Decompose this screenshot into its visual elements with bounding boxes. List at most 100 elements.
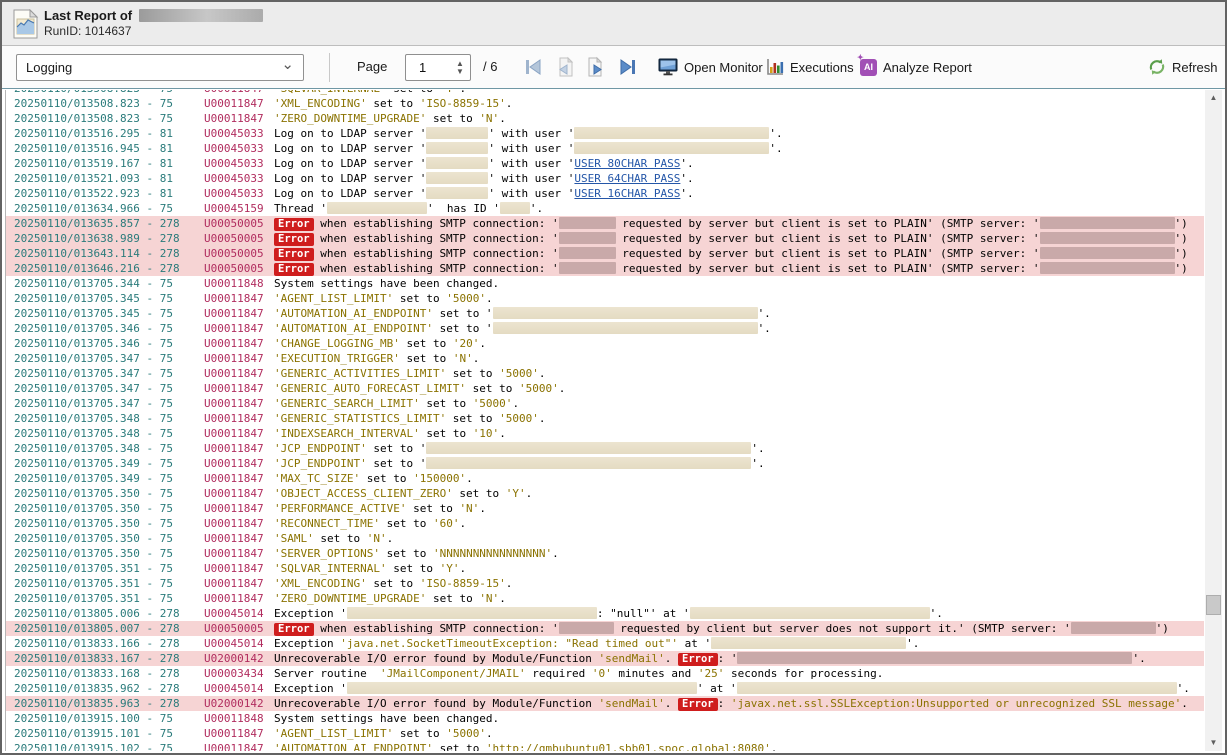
log-timestamp: 20250110/013705.349 - 75 — [14, 456, 204, 471]
log-row: 20250110/013705.347 - 75U00011847'EXECUT… — [6, 351, 1204, 366]
log-row: 20250110/013835.962 - 278U00045014Except… — [6, 681, 1204, 696]
log-message-id: U00050005 — [204, 261, 274, 276]
log-row: 20250110/013705.350 - 75U00011847'SERVER… — [6, 546, 1204, 561]
log-message-id: U00045033 — [204, 171, 274, 186]
redacted-text — [1040, 217, 1175, 229]
report-type-dropdown[interactable]: Logging ⌄ — [16, 54, 304, 81]
scroll-thumb[interactable] — [1206, 595, 1221, 615]
error-badge: Error — [274, 233, 314, 246]
log-row: 20250110/013705.350 - 75U00011847'SAML' … — [6, 531, 1204, 546]
log-text: set to — [380, 517, 433, 530]
redacted-text — [426, 187, 488, 199]
analyze-report-button[interactable]: ✦AI Analyze Report — [860, 55, 972, 79]
log-quoted-value: 'Y' — [440, 90, 460, 95]
log-text: Unrecoverable I/O error found by Module/… — [274, 697, 599, 710]
log-timestamp: 20250110/013705.347 - 75 — [14, 351, 204, 366]
log-text: when establishing SMTP connection: ' — [314, 622, 559, 635]
log-message-id: U00045159 — [204, 201, 274, 216]
next-page-button[interactable] — [584, 55, 608, 79]
log-row: 20250110/013705.345 - 75U00011847'AGENT_… — [6, 291, 1204, 306]
last-page-button[interactable] — [616, 55, 640, 79]
log-timestamp: 20250110/013705.347 - 75 — [14, 381, 204, 396]
refresh-icon — [1148, 58, 1166, 76]
log-message-id: U00011847 — [204, 576, 274, 591]
log-timestamp: 20250110/013705.351 - 75 — [14, 561, 204, 576]
log-row: 20250110/013705.348 - 75U00011847'JCP_EN… — [6, 441, 1204, 456]
log-row-error: 20250110/013805.007 - 278U00050005Error … — [6, 621, 1204, 636]
log-message-id: U02000142 — [204, 696, 274, 711]
log-text: System settings have been changed. — [274, 712, 499, 725]
refresh-button[interactable]: Refresh — [1148, 55, 1218, 79]
log-link[interactable]: USER 64CHAR PASS — [574, 172, 680, 185]
scroll-down-button[interactable]: ▼ — [1205, 735, 1222, 751]
log-quoted-value: 'java.net.SocketTimeoutException: "Read … — [340, 637, 678, 650]
log-text: : — [718, 697, 731, 710]
log-link[interactable]: USER 80CHAR PASS — [574, 157, 680, 170]
log-row: 20250110/013915.100 - 75U00011848System … — [6, 711, 1204, 726]
log-timestamp: 20250110/013915.100 - 75 — [14, 711, 204, 726]
log-text: . — [499, 112, 506, 125]
log-text: set to ' — [433, 307, 493, 320]
log-row: 20250110/013915.101 - 75U00011847'AGENT_… — [6, 726, 1204, 741]
redacted-text — [426, 172, 488, 184]
log-text: ') — [1156, 622, 1169, 635]
log-rows: 20250110/013508.823 - 75U00011847'SQLVAR… — [6, 90, 1204, 751]
log-text: . — [459, 90, 466, 95]
log-row: 20250110/013833.166 - 278U00045014Except… — [6, 636, 1204, 651]
log-quoted-value: 'GENERIC_AUTO_FORECAST_LIMIT' — [274, 382, 466, 395]
log-message-id: U00011847 — [204, 516, 274, 531]
log-text: . — [466, 472, 473, 485]
open-monitor-button[interactable]: Open Monitor — [658, 55, 763, 79]
previous-page-button[interactable] — [553, 55, 577, 79]
log-row: 20250110/013705.347 - 75U00011847'GENERI… — [6, 366, 1204, 381]
log-row: 20250110/013521.093 - 81U00045033Log on … — [6, 171, 1204, 186]
log-message-id: U00011847 — [204, 321, 274, 336]
first-page-button[interactable] — [521, 55, 545, 79]
page-down-button[interactable]: ▼ — [456, 68, 464, 76]
log-timestamp: 20250110/013705.348 - 75 — [14, 441, 204, 456]
log-text: Unrecoverable I/O error found by Module/… — [274, 652, 599, 665]
log-timestamp: 20250110/013705.345 - 75 — [14, 306, 204, 321]
log-quoted-value: 'SQLVAR_INTERNAL' — [274, 90, 387, 95]
log-text: set to — [367, 97, 420, 110]
log-text: . — [512, 397, 519, 410]
log-text: set to — [446, 367, 499, 380]
vertical-scrollbar[interactable]: ▲ ▼ — [1205, 90, 1222, 751]
log-quoted-value: '5000' — [446, 727, 486, 740]
log-message-id: U00050005 — [204, 231, 274, 246]
log-text: ' with user ' — [488, 187, 574, 200]
log-text: '. — [1132, 652, 1145, 665]
log-text: . — [486, 292, 493, 305]
log-quoted-value: 'XML_ENCODING' — [274, 97, 367, 110]
page-value: 1 — [419, 60, 426, 75]
page-input[interactable]: 1 ▲ ▼ — [405, 54, 471, 81]
log-timestamp: 20250110/013705.348 - 75 — [14, 411, 204, 426]
executions-button[interactable]: Executions — [766, 55, 854, 79]
log-text: required — [526, 667, 592, 680]
log-quoted-value: 'sendMail' — [599, 652, 665, 665]
log-text: set to — [400, 352, 453, 365]
log-link[interactable]: USER 16CHAR PASS — [574, 187, 680, 200]
log-row: 20250110/013705.348 - 75U00011847'INDEXS… — [6, 426, 1204, 441]
log-text: when establishing SMTP connection: ' — [314, 217, 559, 230]
log-text: '. — [751, 457, 764, 470]
log-message-id: U02000142 — [204, 651, 274, 666]
log-quoted-value: 'RECONNECT_TIME' — [274, 517, 380, 530]
log-quoted-value: 'AUTOMATION_AI_ENDPOINT' — [274, 742, 433, 751]
log-timestamp: 20250110/013705.351 - 75 — [14, 591, 204, 606]
open-monitor-label: Open Monitor — [684, 60, 763, 75]
redacted-text — [327, 202, 427, 214]
redacted-text — [426, 457, 751, 469]
log-text: set to — [433, 742, 486, 751]
log-quoted-value: 'MAX_TC_SIZE' — [274, 472, 360, 485]
scroll-up-button[interactable]: ▲ — [1205, 90, 1222, 106]
redacted-text — [711, 637, 906, 649]
redacted-text — [737, 652, 1132, 664]
log-message-id: U00045033 — [204, 186, 274, 201]
log-row: 20250110/013705.349 - 75U00011847'MAX_TC… — [6, 471, 1204, 486]
log-text: '. — [769, 142, 782, 155]
log-text: set to — [360, 472, 413, 485]
log-row-error: 20250110/013638.989 - 278U00050005Error … — [6, 231, 1204, 246]
log-quoted-value: 'http://gmbubuntu01.sbb01.spoc.global:80… — [486, 742, 771, 751]
log-quoted-value: 'JCP_ENDPOINT' — [274, 457, 367, 470]
